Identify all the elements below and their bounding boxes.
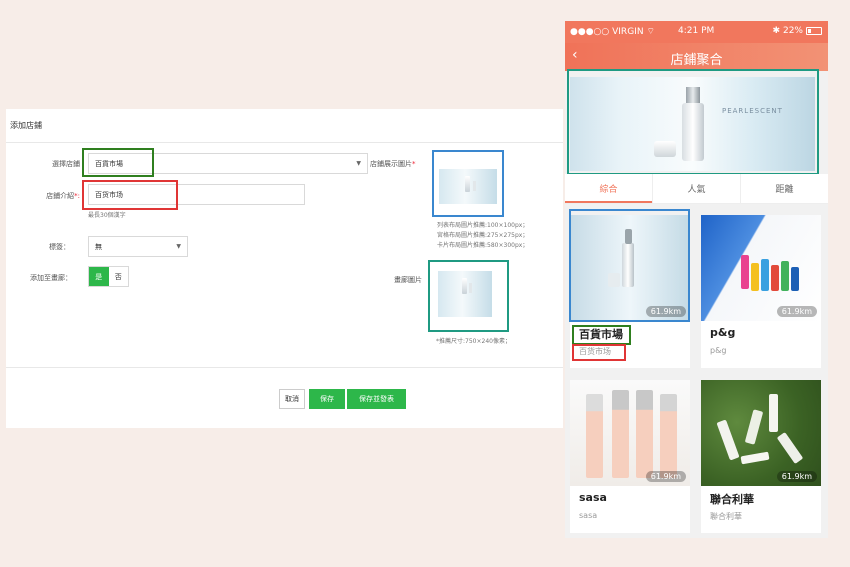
store-intro-value: 百货市场	[95, 190, 123, 199]
battery-icon	[806, 27, 822, 35]
banner-text: PEARLESCENT	[722, 107, 783, 115]
toggle-no[interactable]: 否	[109, 267, 129, 286]
tag-select[interactable]: 無 ▼	[88, 236, 188, 257]
store-name: sasa	[579, 491, 607, 504]
store-card[interactable]: 61.9km sasa sasa	[570, 380, 690, 533]
store-image: 61.9km	[570, 380, 690, 486]
distance-badge: 61.9km	[776, 471, 817, 482]
nav-bar: ‹ 店鋪聚合	[565, 43, 828, 71]
tab-overall[interactable]: 綜合	[565, 174, 653, 203]
store-intro-input[interactable]: 百货市场	[88, 184, 305, 205]
save-button[interactable]: 保存	[309, 389, 345, 409]
store-card[interactable]: 61.9km 百貨市場 百货市场	[570, 215, 690, 368]
divider	[6, 142, 563, 143]
store-select-label: 選擇店鋪	[52, 160, 80, 168]
status-time: 4:21 PM	[678, 26, 715, 36]
toggle-yes[interactable]: 是	[89, 267, 109, 286]
carrier: ●●●○○ VIRGIN ⌔	[570, 27, 655, 37]
sort-tabs: 綜合 人氣 距離	[565, 174, 828, 204]
display-image-label: 店鋪展示圖片*	[370, 160, 416, 168]
store-image: 61.9km	[701, 380, 821, 486]
bluetooth-icon: ✱	[772, 26, 780, 36]
store-card[interactable]: 61.9km p&g p&g	[701, 215, 821, 368]
distance-badge: 61.9km	[645, 471, 686, 482]
page-title: 店鋪聚合	[670, 53, 723, 68]
battery-percent: 22%	[782, 26, 803, 36]
store-image: 61.9km	[701, 215, 821, 321]
store-intro-hint: 最長30個漢字	[88, 212, 126, 219]
store-intro-label: 店鋪介紹*:	[46, 192, 80, 200]
battery-level	[808, 29, 812, 33]
chevron-down-icon: ▼	[356, 160, 361, 167]
tag-select-value: 無	[95, 242, 102, 251]
store-image: 61.9km	[570, 215, 690, 321]
form-title: 添加店鋪	[10, 121, 42, 130]
add-to-album-label: 添加至畫廊：	[30, 274, 72, 282]
battery: ✱ 22%	[772, 26, 822, 36]
display-image-preview	[439, 169, 497, 204]
banner-image[interactable]: PEARLESCENT	[570, 77, 815, 171]
display-image-hints: 列表布局圖片推薦:100×100px； 宮格布局圖片推薦:275×275px； …	[437, 222, 529, 249]
divider	[6, 367, 563, 368]
store-name: p&g	[710, 326, 736, 339]
chevron-down-icon: ▼	[176, 243, 181, 250]
cancel-button[interactable]: 取消	[279, 389, 305, 409]
display-image-upload[interactable]	[432, 150, 504, 217]
wifi-icon: ⌔	[646, 27, 655, 37]
album-image-preview	[438, 271, 492, 317]
tag-label: 標簽：	[49, 243, 70, 251]
tab-distance[interactable]: 距離	[741, 174, 828, 203]
store-card[interactable]: 61.9km 聯合利華 聯合利華	[701, 380, 821, 533]
store-name: 聯合利華	[710, 493, 754, 506]
store-subtitle: 聯合利華	[710, 512, 742, 521]
store-subtitle: 百货市场	[579, 347, 611, 356]
distance-badge: 61.9km	[776, 306, 817, 317]
store-subtitle: sasa	[579, 511, 598, 520]
album-image-upload[interactable]	[428, 260, 509, 332]
tab-popularity[interactable]: 人氣	[653, 174, 741, 203]
save-publish-button[interactable]: 保存並發表	[347, 389, 406, 409]
album-image-hint: *推薦尺寸:750×240像素；	[436, 338, 511, 345]
add-store-form: 添加店鋪 選擇店鋪 百貨市場 ▼ 店鋪介紹*: 百货市场 最長30個漢字 標簽：…	[6, 109, 563, 428]
store-select-value: 百貨市場	[95, 159, 123, 168]
store-name: 百貨市場	[579, 328, 623, 341]
store-select[interactable]: 百貨市場 ▼	[88, 153, 368, 174]
add-to-album-toggle[interactable]: 是 否	[88, 266, 129, 287]
store-subtitle: p&g	[710, 346, 727, 355]
phone-preview: ●●●○○ VIRGIN ⌔ 4:21 PM ✱ 22% ‹ 店鋪聚合 PEAR…	[565, 21, 828, 538]
status-bar: ●●●○○ VIRGIN ⌔ 4:21 PM ✱ 22%	[565, 21, 828, 43]
distance-badge: 61.9km	[645, 306, 686, 317]
album-image-label: 畫廊圖片	[394, 276, 422, 284]
